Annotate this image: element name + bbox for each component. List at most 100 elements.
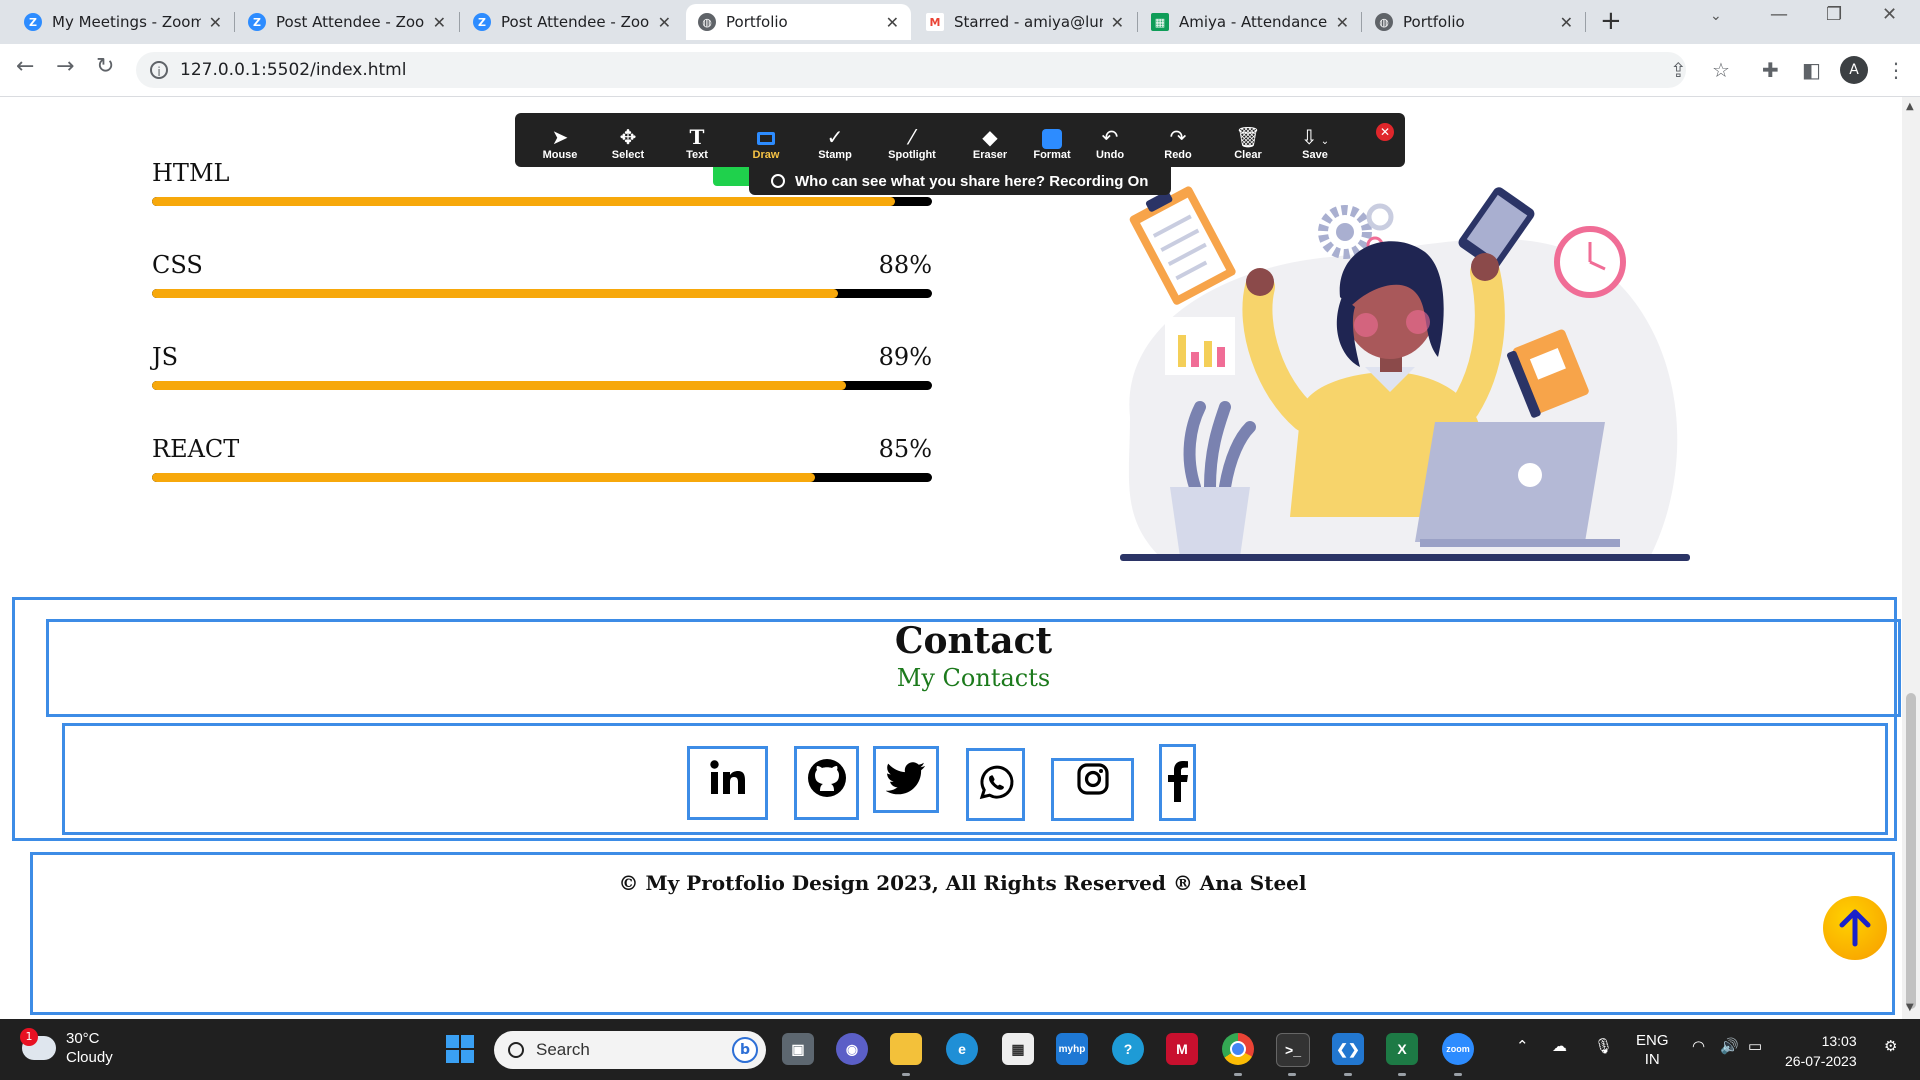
- zoom-tool-label: Stamp: [818, 149, 852, 161]
- zoom-tool-eraser[interactable]: ◆ Eraser: [955, 115, 1025, 165]
- weather-widget[interactable]: 1 30°C Cloudy: [20, 1028, 113, 1067]
- skill-progress-fill: [152, 197, 895, 206]
- search-icon: [508, 1042, 524, 1058]
- tab-portfolio-2[interactable]: ◍ Portfolio ✕: [1363, 4, 1585, 40]
- extensions-puzzle-icon[interactable]: ✚: [1762, 58, 1779, 82]
- edge-browser-icon[interactable]: e: [946, 1033, 978, 1065]
- page-scrollbar[interactable]: ▲ ▼: [1902, 97, 1920, 1019]
- zoom-tool-stamp[interactable]: ✓ Stamp: [800, 115, 870, 165]
- zoom-app-icon[interactable]: zoom: [1442, 1033, 1474, 1065]
- reload-icon[interactable]: ↻: [96, 54, 114, 79]
- linkedin-link[interactable]: [687, 746, 768, 820]
- chrome-icon[interactable]: [1222, 1033, 1254, 1065]
- side-panel-icon[interactable]: ◧: [1802, 58, 1821, 82]
- battery-icon[interactable]: ▭: [1748, 1037, 1762, 1055]
- restore-icon[interactable]: ❐: [1826, 4, 1842, 25]
- task-view-icon[interactable]: ▣: [782, 1033, 814, 1065]
- tab-search-chevron-icon[interactable]: ⌄: [1710, 8, 1722, 24]
- tab-attendance-sheet[interactable]: ▦ Amiya - Attendance S ✕: [1139, 4, 1361, 40]
- text-icon: T: [689, 125, 705, 149]
- twitter-link[interactable]: [873, 746, 939, 813]
- close-icon[interactable]: ✕: [433, 13, 446, 32]
- skill-progress-track: [152, 473, 932, 482]
- zoom-tool-label: Select: [611, 149, 645, 161]
- tab-gmail-starred[interactable]: M Starred - amiya@lum ✕: [914, 4, 1136, 40]
- zoom-tool-redo[interactable]: ↷ Redo: [1143, 115, 1213, 165]
- onedrive-cloud-icon[interactable]: ☁: [1552, 1037, 1567, 1055]
- myhp-icon[interactable]: myhp: [1056, 1033, 1088, 1065]
- taskbar-search[interactable]: Search b: [494, 1031, 766, 1069]
- minimize-icon[interactable]: —: [1770, 4, 1788, 25]
- mcafee-icon[interactable]: M: [1166, 1033, 1198, 1065]
- tab-portfolio-active[interactable]: ◍ Portfolio ✕: [686, 4, 911, 40]
- tray-overflow-chevron-icon[interactable]: ⌃: [1516, 1037, 1529, 1055]
- more-menu-icon[interactable]: ⋮: [1886, 58, 1906, 82]
- weather-description: Cloudy: [66, 1049, 113, 1066]
- language-region[interactable]: IN: [1636, 1050, 1669, 1069]
- close-icon[interactable]: ✕: [1111, 13, 1124, 32]
- bookmark-star-icon[interactable]: ☆: [1712, 58, 1730, 82]
- close-icon[interactable]: ✕: [209, 13, 222, 32]
- close-icon[interactable]: ✕: [886, 13, 899, 32]
- avatar[interactable]: A: [1840, 56, 1868, 84]
- taskbar-clock[interactable]: 13:03 26-07-2023: [1785, 1031, 1857, 1071]
- zoom-tool-label: Format: [1033, 149, 1071, 161]
- zoom-close-icon[interactable]: ✕: [1376, 123, 1394, 141]
- tab-post-attendee-2[interactable]: Z Post Attendee - Zoom ✕: [461, 4, 683, 40]
- checkmark-icon: ✓: [826, 125, 844, 149]
- windows-start-icon[interactable]: [444, 1033, 476, 1065]
- site-info-icon[interactable]: i: [150, 61, 168, 79]
- vscode-icon[interactable]: ❮❯: [1332, 1033, 1364, 1065]
- scrollbar-thumb[interactable]: [1906, 693, 1916, 1009]
- zoom-tool-text[interactable]: T Text: [662, 115, 732, 165]
- facebook-link[interactable]: [1159, 744, 1196, 821]
- microsoft-store-icon[interactable]: ▦: [1002, 1033, 1034, 1065]
- tab-post-attendee-1[interactable]: Z Post Attendee - Zoom ✕: [236, 4, 458, 40]
- forward-arrow-icon[interactable]: →: [56, 54, 74, 79]
- address-url[interactable]: 127.0.0.1:5502/index.html: [180, 60, 406, 80]
- bing-icon[interactable]: b: [732, 1037, 758, 1063]
- share-icon[interactable]: ⇪: [1670, 58, 1687, 82]
- weather-temperature: 30°C: [66, 1030, 100, 1047]
- page-viewport: HTML CSS 88% JS 89% REACT 85% Contact My…: [0, 97, 1902, 1019]
- footer-copyright: © My Protfolio Design 2023, All Rights R…: [618, 871, 1307, 895]
- zoom-tool-undo[interactable]: ↶ Undo: [1075, 115, 1145, 165]
- zoom-tool-clear[interactable]: 🗑 Clear: [1213, 115, 1283, 165]
- zoom-tool-save[interactable]: ⇩ ⌄ Save: [1280, 115, 1350, 165]
- zoom-tool-spotlight[interactable]: ⁄ Spotlight: [877, 115, 947, 165]
- window-close-icon[interactable]: ✕: [1882, 4, 1897, 25]
- tab-divider: [1585, 12, 1586, 32]
- close-icon[interactable]: ✕: [658, 13, 671, 32]
- zoom-icon: Z: [248, 13, 266, 31]
- close-icon[interactable]: ✕: [1560, 13, 1573, 32]
- eraser-icon: ◆: [982, 125, 998, 149]
- new-tab-plus-icon[interactable]: +: [1600, 6, 1622, 36]
- zoom-tool-draw[interactable]: Draw: [731, 115, 801, 165]
- zoom-tool-mouse[interactable]: ➤ Mouse: [525, 115, 595, 165]
- zoom-recording-banner[interactable]: Who can see what you share here? Recordi…: [749, 167, 1171, 195]
- language-code[interactable]: ENG: [1636, 1031, 1669, 1050]
- github-link[interactable]: [794, 746, 859, 820]
- skill-name: JS: [152, 343, 179, 371]
- back-arrow-icon[interactable]: ←: [16, 54, 34, 79]
- zoom-tool-select[interactable]: ✥ Select: [593, 115, 663, 165]
- notification-bell-icon[interactable]: ⚙: [1884, 1037, 1897, 1055]
- zoom-tool-label: Eraser: [972, 149, 1008, 161]
- whatsapp-link[interactable]: [966, 748, 1025, 821]
- globe-icon: ◍: [1375, 13, 1393, 31]
- terminal-icon[interactable]: >_: [1276, 1033, 1310, 1067]
- address-bar[interactable]: i 127.0.0.1:5502/index.html: [136, 52, 1686, 88]
- teams-chat-icon[interactable]: ◉: [836, 1033, 868, 1065]
- excel-icon[interactable]: X: [1386, 1033, 1418, 1065]
- tab-my-meetings[interactable]: Z My Meetings - Zoom ✕: [12, 4, 234, 40]
- scroll-up-arrow-icon[interactable]: ▲: [1906, 101, 1914, 112]
- microphone-icon[interactable]: 🎙: [1594, 1037, 1613, 1055]
- file-explorer-icon[interactable]: [890, 1033, 922, 1065]
- volume-icon[interactable]: 🔊: [1720, 1037, 1739, 1055]
- instagram-link[interactable]: [1051, 758, 1134, 821]
- scroll-down-arrow-icon[interactable]: ▼: [1906, 1002, 1914, 1013]
- scroll-to-top-button[interactable]: [1823, 896, 1887, 960]
- help-icon[interactable]: ?: [1112, 1033, 1144, 1065]
- close-icon[interactable]: ✕: [1336, 13, 1349, 32]
- wifi-icon[interactable]: ◠: [1692, 1037, 1705, 1055]
